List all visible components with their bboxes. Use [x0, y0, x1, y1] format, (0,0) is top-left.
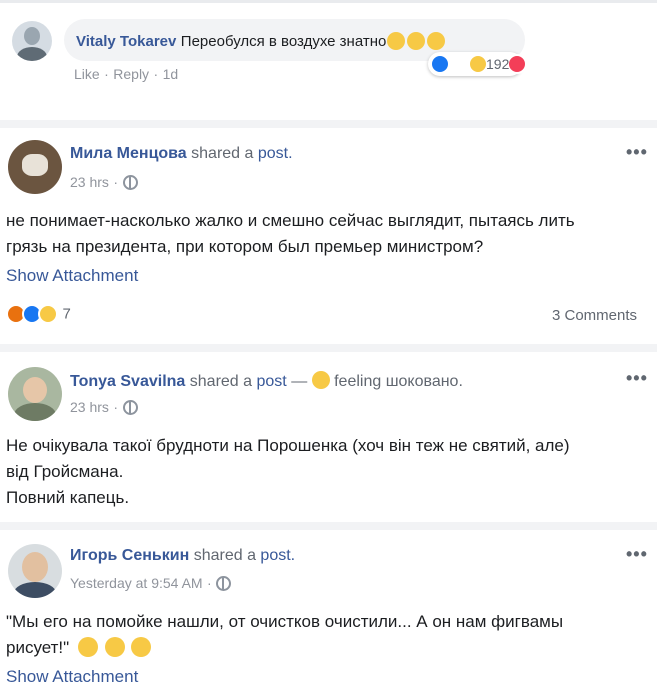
post-body-line: грязь на президента, при котором был пре… [6, 237, 484, 256]
feed-separator [0, 344, 657, 352]
post-author[interactable]: Мила Менцова [70, 145, 187, 162]
separator-dot: · [207, 575, 212, 591]
laughing-emoji-icon [407, 32, 426, 50]
post-time[interactable]: 23 hrs [70, 399, 109, 415]
post-time[interactable]: 23 hrs [70, 174, 109, 190]
post-author[interactable]: Игорь Сенькин [70, 547, 189, 564]
post-dash: — [291, 373, 308, 390]
post-action: shared a [191, 145, 254, 162]
comment-avatar[interactable] [12, 21, 52, 61]
post-body-line: не понимает-насколько жалко и смешно сей… [6, 211, 575, 230]
laughing-emoji-icon [387, 32, 406, 50]
post-header: Игорь Сенькин shared a post. [70, 547, 295, 565]
shocked-emoji-icon [311, 371, 330, 389]
post-link[interactable]: post. [260, 547, 295, 564]
post-body-line: Не очікувала такої брудноти на Порошенка… [6, 436, 570, 455]
post-meta: 23 hrs · [70, 399, 138, 417]
comment-actions: Like · Reply · 1d [74, 66, 178, 84]
show-attachment-link[interactable]: Show Attachment [6, 667, 138, 687]
comment-content: Vitaly Tokarev Переобулся в воздухе знат… [76, 32, 446, 51]
post-avatar[interactable] [8, 140, 62, 194]
post-body-line-with-emoji: рисует!" [6, 635, 651, 661]
comment-reactions[interactable]: 192 [428, 52, 527, 76]
comments-count-link[interactable]: 3 Comments [552, 307, 637, 324]
globe-icon [216, 576, 232, 592]
comment-text: Переобулся в воздухе знатно [180, 33, 387, 50]
separator-dot: · [113, 174, 119, 190]
laughing-emoji-icon [427, 32, 446, 50]
sad-reaction-icon [38, 304, 58, 324]
globe-icon [122, 400, 138, 416]
more-options-icon[interactable]: ••• [626, 368, 648, 389]
post-time[interactable]: Yesterday at 9:54 AM [70, 575, 203, 591]
post-avatar[interactable] [8, 367, 62, 421]
post-body: "Мы его на помойке нашли, от очистков оч… [6, 609, 651, 661]
post-action: shared a [193, 547, 256, 564]
post-body: не понимает-насколько жалко и смешно сей… [6, 208, 651, 260]
like-reaction-icon [430, 54, 450, 74]
love-reaction-icon [506, 54, 527, 74]
avatar-head [22, 552, 48, 582]
grinning-emoji-icon [104, 637, 125, 657]
avatar-head [23, 377, 47, 403]
post-body: Не очікувала такої брудноти на Порошенка… [6, 433, 651, 511]
comment-reaction-count: 192 [486, 56, 510, 72]
post-reactions[interactable]: 7 [6, 304, 71, 324]
comment-age[interactable]: 1d [163, 66, 179, 82]
post-body-line: Повний капець. [6, 488, 130, 507]
post-body-line: від Гройсмана. [6, 462, 124, 481]
post-body-line: "Мы его на помойке нашли, от очистков оч… [6, 612, 564, 631]
feed-separator [0, 522, 657, 530]
avatar-head [24, 27, 40, 45]
more-options-icon[interactable]: ••• [626, 142, 648, 163]
post-avatar[interactable] [8, 544, 62, 598]
feed-separator [0, 120, 657, 128]
separator-dot: · [104, 66, 109, 82]
comment-author[interactable]: Vitaly Tokarev [76, 33, 176, 50]
post-feeling: feeling шоковано. [334, 373, 463, 390]
post-reaction-count: 7 [62, 305, 71, 323]
post-meta: 23 hrs · [70, 174, 138, 192]
post-meta: Yesterday at 9:54 AM · [70, 575, 232, 593]
avatar-body [17, 47, 47, 61]
more-options-icon[interactable]: ••• [626, 544, 648, 565]
post-action: shared a [189, 373, 253, 390]
post-body-line: рисует!" [6, 638, 70, 657]
show-attachment-link[interactable]: Show Attachment [6, 266, 138, 286]
grinning-emoji-icon [77, 637, 98, 657]
like-link[interactable]: Like [74, 66, 100, 82]
post-header: Tonya Svavilna shared a post — feeling ш… [70, 371, 463, 391]
top-divider [0, 0, 657, 3]
avatar-body [14, 582, 56, 598]
post-link[interactable]: post. [258, 145, 293, 162]
avatar-body [14, 403, 56, 421]
post-header: Мила Менцова shared a post. [70, 145, 293, 163]
globe-icon [122, 175, 138, 191]
reply-link[interactable]: Reply [113, 66, 149, 82]
separator-dot: · [153, 66, 159, 82]
separator-dot: · [113, 399, 119, 415]
grinning-emoji-icon [131, 637, 152, 657]
post-author[interactable]: Tonya Svavilna [70, 373, 185, 390]
post-link[interactable]: post [256, 373, 286, 390]
avatar-pet [22, 154, 48, 176]
